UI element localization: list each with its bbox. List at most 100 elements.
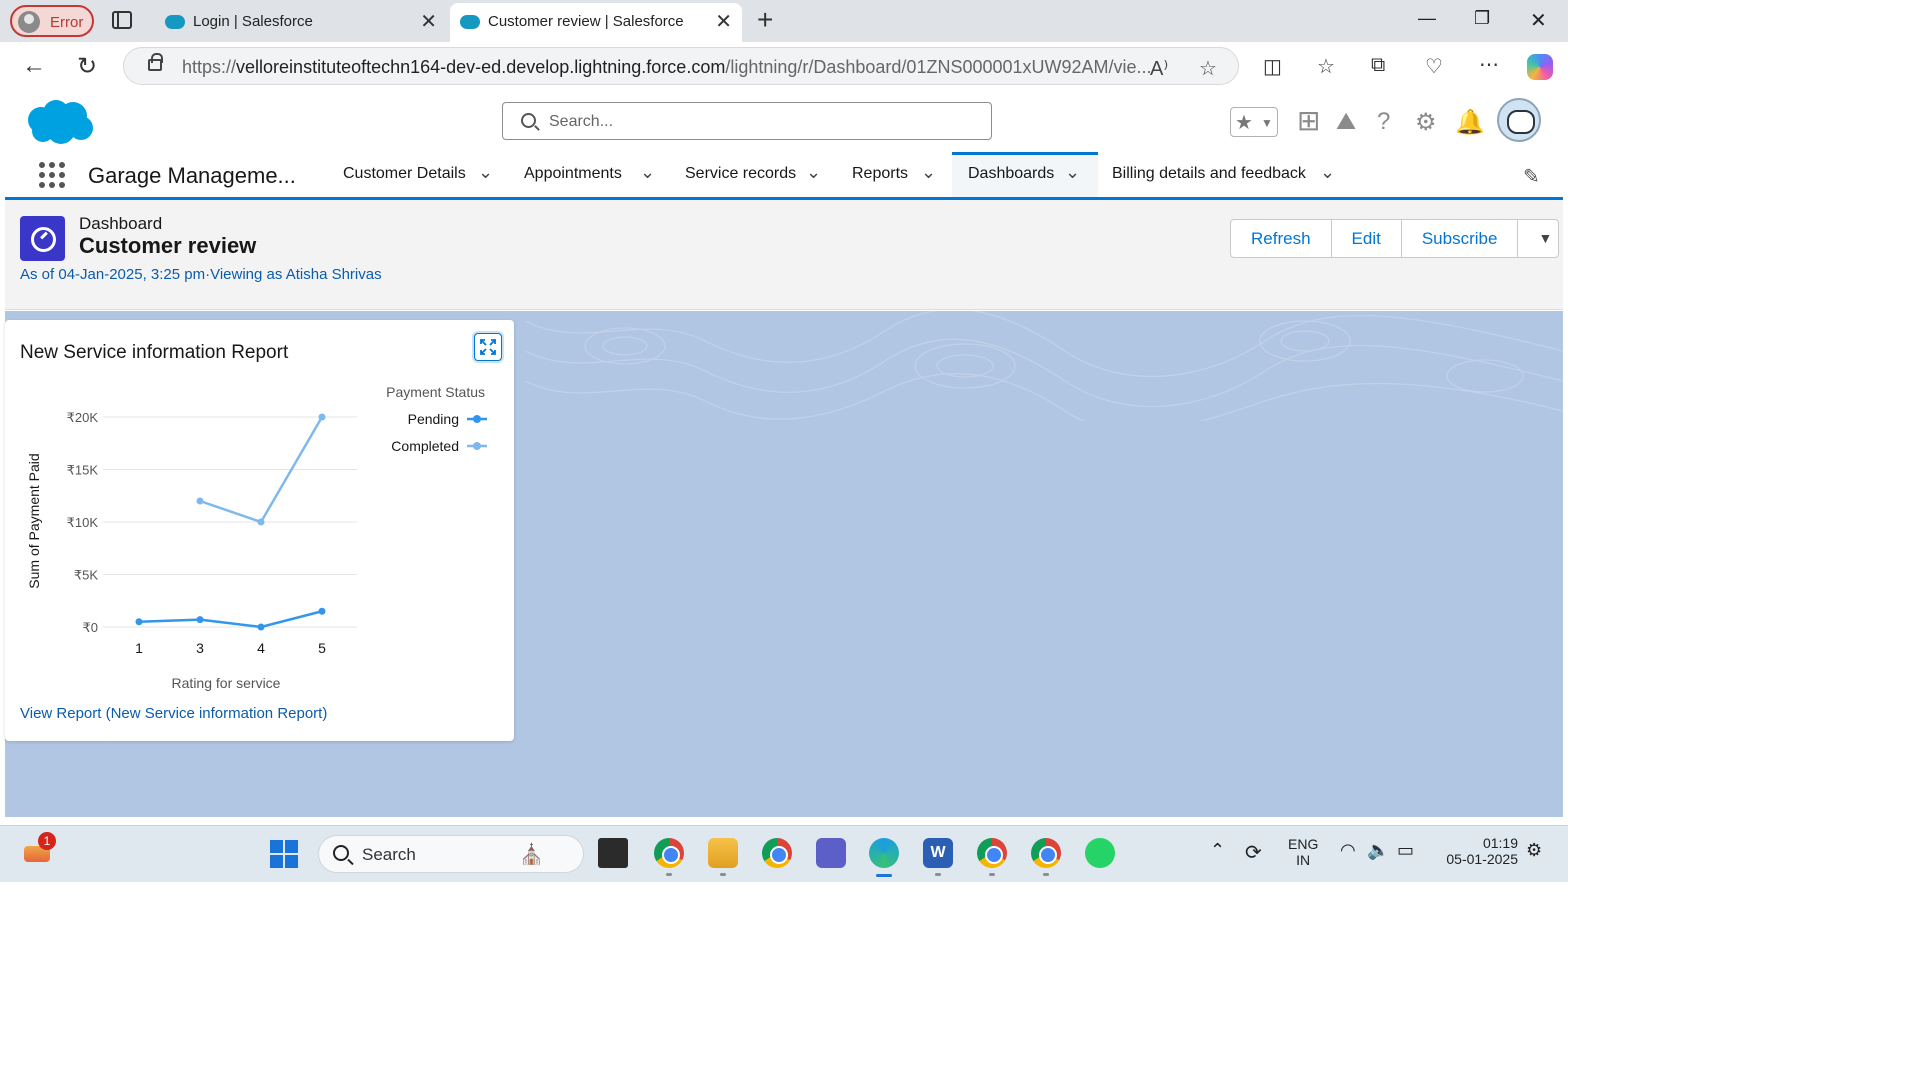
split-screen-icon[interactable]: ◫ [1263, 54, 1282, 79]
more-actions-dropdown[interactable]: ▼ [1518, 220, 1558, 257]
nav-label: Billing details and feedback [1112, 165, 1306, 182]
show-hidden-icons-chevron-icon[interactable]: ⌃ [1210, 840, 1225, 861]
wifi-icon[interactable]: ◠ [1340, 840, 1356, 861]
data-point[interactable] [196, 616, 204, 624]
close-tab-icon[interactable]: ✕ [420, 9, 437, 34]
setup-gear-icon[interactable]: ⚙ [1415, 108, 1437, 137]
nav-label: Dashboards [968, 165, 1055, 182]
trailhead-icon[interactable]: ⛰ [1336, 108, 1356, 136]
notifications-bell-icon[interactable]: 🔔 [1455, 108, 1485, 137]
clock[interactable]: 01:19 05-01-2025 [1438, 835, 1518, 867]
language-indicator[interactable]: ENG IN [1288, 836, 1318, 868]
y-tick-label: ₹15K [67, 463, 99, 478]
volume-icon[interactable]: 🔈 [1367, 840, 1389, 861]
chevron-down-icon[interactable]: ⌄ [1065, 162, 1080, 183]
battery-icon[interactable]: ▭ [1397, 840, 1414, 861]
dashboard-title: Customer review [79, 233, 257, 258]
chrome-profile-photo-icon[interactable] [1031, 838, 1061, 868]
x-tick-label: 1 [135, 640, 143, 656]
whatsapp-icon[interactable] [1085, 838, 1115, 868]
subscribe-button[interactable]: Subscribe [1402, 220, 1519, 257]
lock-icon [148, 53, 163, 71]
more-options-icon[interactable]: ⋯ [1479, 52, 1499, 77]
windows-start-icon[interactable] [270, 840, 298, 868]
browser-tab-customer-review[interactable]: Customer review | Salesforce ✕ [450, 3, 742, 42]
browser-tab-login[interactable]: Login | Salesforce ✕ [155, 3, 447, 42]
running-indicator [666, 873, 672, 876]
data-point[interactable] [135, 618, 143, 626]
nav-item-reports[interactable]: Reports ⌄ [852, 152, 948, 197]
tab-actions-icon[interactable] [112, 11, 132, 29]
salesforce-logo[interactable] [23, 98, 95, 146]
search-icon [333, 845, 349, 861]
global-actions-icon[interactable]: ⊞ [1297, 104, 1320, 137]
nav-item-service-records[interactable]: Service records ⌄ [685, 152, 833, 197]
favorites-button[interactable]: ★ ▼ [1230, 107, 1278, 137]
data-point[interactable] [257, 623, 265, 631]
salesforce-favicon-icon [165, 15, 185, 29]
close-window-icon[interactable]: ✕ [1530, 8, 1547, 33]
refresh-button[interactable]: Refresh [1231, 220, 1332, 257]
notification-center-icon[interactable]: ⚙ [1526, 840, 1542, 861]
legend-swatch-dot [473, 415, 481, 423]
address-bar[interactable]: https://velloreinstituteoftechn164-dev-e… [123, 47, 1239, 85]
close-tab-icon[interactable]: ✕ [715, 9, 732, 34]
data-point[interactable] [318, 607, 326, 615]
reload-icon[interactable]: ↻ [77, 52, 97, 81]
view-report-link[interactable]: View Report (New Service information Rep… [20, 705, 327, 722]
nav-item-dashboards[interactable]: Dashboards ⌄ [952, 152, 1098, 197]
weather-widget-icon[interactable]: 1 [22, 832, 56, 868]
salesforce-favicon-icon [460, 15, 480, 29]
chevron-down-icon: ▼ [1261, 116, 1273, 130]
edit-button[interactable]: Edit [1332, 220, 1402, 257]
data-point[interactable] [318, 413, 326, 421]
copilot-icon[interactable] [1527, 54, 1553, 80]
browser-essentials-icon[interactable]: ♡ [1425, 54, 1443, 79]
terminal-app-icon[interactable] [598, 838, 628, 868]
data-point[interactable] [257, 518, 265, 526]
chevron-down-icon[interactable]: ⌄ [1320, 162, 1335, 183]
chevron-down-icon[interactable]: ⌄ [921, 162, 936, 183]
data-point[interactable] [196, 497, 204, 505]
star-icon: ★ [1235, 112, 1253, 134]
sync-icon[interactable]: ⟳ [1245, 840, 1262, 865]
chevron-down-icon[interactable]: ⌄ [806, 162, 821, 183]
nav-item-billing-details-and-feedback[interactable]: Billing details and feedback ⌄ [1112, 152, 1352, 197]
help-icon[interactable]: ? [1377, 108, 1390, 136]
legend-label: Pending [408, 411, 459, 427]
user-avatar[interactable] [1497, 98, 1541, 142]
back-icon[interactable]: ← [22, 52, 46, 80]
taskbar-search-label: Search [362, 845, 416, 864]
chrome-icon[interactable] [762, 838, 792, 868]
favorite-star-icon[interactable]: ☆ [1199, 56, 1217, 81]
collections-icon[interactable]: ⧉ [1371, 54, 1385, 77]
app-navigation-bar: Garage Manageme... Customer Details ⌄ Ap… [5, 152, 1563, 200]
app-launcher-icon[interactable] [39, 162, 67, 190]
nav-item-appointments[interactable]: Appointments ⌄ [524, 152, 664, 197]
new-tab-icon[interactable]: + [757, 4, 773, 36]
favorites-icon[interactable]: ☆ [1317, 54, 1335, 79]
read-aloud-icon[interactable]: A⁾ [1150, 56, 1168, 81]
word-icon[interactable]: W [923, 838, 953, 868]
taskbar-search-input[interactable]: Search ⛪ [318, 835, 584, 873]
running-indicator [1043, 873, 1049, 876]
chevron-down-icon[interactable]: ⌄ [478, 162, 493, 183]
legend-swatch-dot [473, 442, 481, 450]
restore-icon[interactable]: ❐ [1474, 8, 1490, 29]
salesforce-header: Search... ★ ▼ ⊞ ⛰ ? ⚙ 🔔 Garage Manageme.… [5, 90, 1563, 200]
dashboard-actions: Refresh Edit Subscribe ▼ [1230, 219, 1560, 258]
edit-nav-pencil-icon[interactable]: ✎ [1523, 164, 1540, 189]
chevron-down-icon[interactable]: ⌄ [640, 162, 655, 183]
minimize-icon[interactable]: — [1418, 8, 1436, 29]
profile-button[interactable]: Error [10, 5, 94, 37]
nav-item-customer-details[interactable]: Customer Details ⌄ [343, 152, 503, 197]
global-search-input[interactable]: Search... [502, 102, 992, 140]
file-explorer-icon[interactable] [708, 838, 738, 868]
edge-browser-icon[interactable] [869, 838, 899, 868]
dashboard-meta[interactable]: As of 04-Jan-2025, 3:25 pm·Viewing as At… [20, 266, 382, 283]
chrome-profile-a-icon[interactable] [654, 838, 684, 868]
teams-icon[interactable] [816, 838, 846, 868]
notification-badge: 1 [38, 832, 56, 850]
nav-label: Reports [852, 165, 909, 182]
chrome-profile-n-icon[interactable] [977, 838, 1007, 868]
